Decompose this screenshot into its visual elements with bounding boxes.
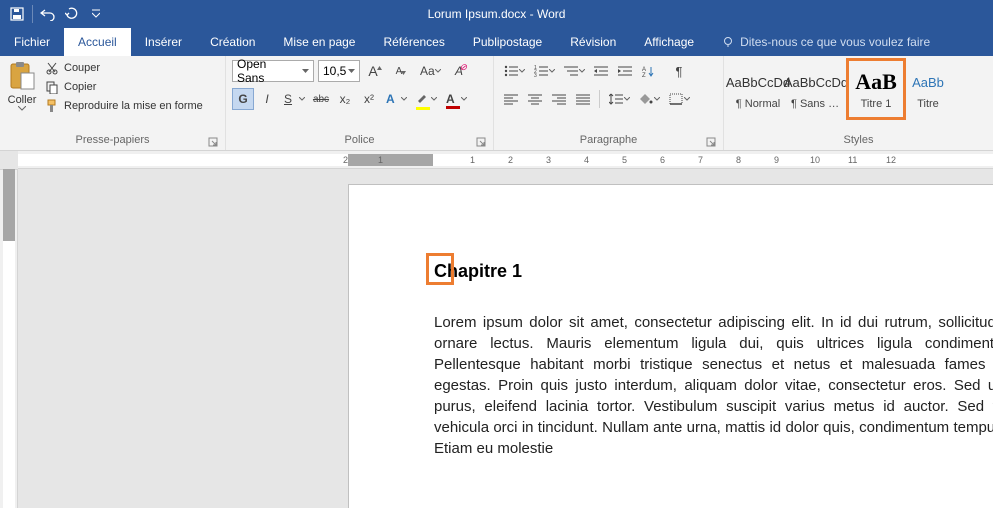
- sort-button[interactable]: AZ: [638, 60, 666, 82]
- align-center-button[interactable]: [524, 88, 546, 110]
- ribbon-tabs: Fichier Accueil Insérer Création Mise en…: [0, 28, 993, 56]
- tab-references[interactable]: Références: [369, 28, 458, 56]
- vertical-ruler: [0, 151, 18, 508]
- quick-access-toolbar: [0, 3, 107, 25]
- font-color-button[interactable]: A: [442, 88, 470, 110]
- align-right-button[interactable]: [548, 88, 570, 110]
- document-area[interactable]: Chapitre 1 Lorem ipsum dolor sit amet, c…: [18, 169, 993, 508]
- horizontal-ruler: 1 2 1 2 3 4 5 6 7 8 9 10 11 12: [18, 151, 993, 169]
- paste-icon[interactable]: [6, 60, 38, 92]
- bulb-icon: [722, 36, 734, 48]
- borders-button[interactable]: [665, 88, 693, 110]
- justify-button[interactable]: [572, 88, 594, 110]
- svg-text:Z: Z: [642, 73, 646, 77]
- tab-home[interactable]: Accueil: [64, 28, 131, 56]
- shrink-font-button[interactable]: A: [390, 60, 412, 82]
- paste-label[interactable]: Coller: [8, 94, 37, 106]
- change-case-button[interactable]: Aa: [416, 60, 444, 82]
- group-paragraph: 123 AZ ¶ Paragraphe: [494, 56, 724, 150]
- tell-me-input[interactable]: Dites-nous ce que vous voulez faire: [708, 28, 930, 56]
- group-clipboard: Coller Couper Copier Reproduire la mise …: [0, 56, 226, 150]
- italic-button[interactable]: I: [256, 88, 278, 110]
- cut-label: Couper: [64, 62, 100, 74]
- format-painter-button[interactable]: Reproduire la mise en forme: [44, 98, 203, 114]
- document-body[interactable]: Lorem ipsum dolor sit amet, consectetur …: [434, 312, 993, 459]
- grow-font-button[interactable]: A: [364, 60, 386, 82]
- group-styles: AaBbCcDd ¶ Normal AaBbCcDd ¶ Sans int...…: [724, 56, 993, 150]
- format-painter-label: Reproduire la mise en forme: [64, 100, 203, 112]
- font-launcher-icon[interactable]: [474, 135, 487, 148]
- strikethrough-button[interactable]: abc: [310, 88, 332, 110]
- style-title[interactable]: AaBb Titre: [908, 60, 948, 118]
- numbering-button[interactable]: 123: [530, 60, 558, 82]
- document-heading[interactable]: Chapitre 1: [434, 261, 522, 282]
- bold-button[interactable]: G: [232, 88, 254, 110]
- copy-button[interactable]: Copier: [44, 79, 203, 95]
- decrease-indent-button[interactable]: [590, 60, 612, 82]
- increase-indent-button[interactable]: [614, 60, 636, 82]
- group-clipboard-title: Presse-papiers: [76, 134, 150, 146]
- page[interactable]: Chapitre 1 Lorem ipsum dolor sit amet, c…: [348, 184, 993, 508]
- tab-file[interactable]: Fichier: [0, 28, 64, 56]
- qat-customize-icon[interactable]: [85, 3, 107, 25]
- line-spacing-button[interactable]: [605, 88, 633, 110]
- align-left-button[interactable]: [500, 88, 522, 110]
- titlebar: Lorum Ipsum.docx - Word: [0, 0, 993, 28]
- style-normal[interactable]: AaBbCcDd ¶ Normal: [730, 60, 786, 118]
- cursor-highlight: [426, 253, 454, 285]
- subscript-button[interactable]: x₂: [334, 88, 356, 110]
- group-styles-title: Styles: [844, 134, 874, 146]
- paintbrush-icon: [44, 98, 60, 114]
- undo-icon[interactable]: [37, 3, 59, 25]
- text-effects-button[interactable]: A: [382, 88, 410, 110]
- group-font-title: Police: [345, 134, 375, 146]
- show-marks-button[interactable]: ¶: [668, 60, 690, 82]
- font-name-select[interactable]: Open Sans: [232, 60, 314, 82]
- copy-label: Copier: [64, 81, 96, 93]
- tab-view[interactable]: Affichage: [630, 28, 708, 56]
- underline-button[interactable]: S: [280, 88, 308, 110]
- ribbon: Coller Couper Copier Reproduire la mise …: [0, 56, 993, 151]
- style-heading1[interactable]: AaB Titre 1: [846, 58, 906, 120]
- multilevel-list-button[interactable]: [560, 60, 588, 82]
- paste-dropdown-icon[interactable]: [18, 106, 26, 111]
- font-size-value: 10,5: [323, 64, 346, 78]
- cut-button[interactable]: Couper: [44, 60, 203, 76]
- tab-insert[interactable]: Insérer: [131, 28, 196, 56]
- paragraph-launcher-icon[interactable]: [704, 135, 717, 148]
- font-name-value: Open Sans: [237, 57, 295, 85]
- group-font: Open Sans 10,5 A A Aa A⊘ G I S abc x₂ x²: [226, 56, 494, 150]
- tab-design[interactable]: Création: [196, 28, 269, 56]
- style-no-spacing[interactable]: AaBbCcDd ¶ Sans int...: [788, 60, 844, 118]
- save-icon[interactable]: [6, 3, 28, 25]
- tab-mailings[interactable]: Publipostage: [459, 28, 556, 56]
- group-paragraph-title: Paragraphe: [580, 134, 638, 146]
- tab-review[interactable]: Révision: [556, 28, 630, 56]
- bullets-button[interactable]: [500, 60, 528, 82]
- clipboard-launcher-icon[interactable]: [206, 135, 219, 148]
- superscript-button[interactable]: x²: [358, 88, 380, 110]
- shading-button[interactable]: [635, 88, 663, 110]
- font-size-select[interactable]: 10,5: [318, 60, 360, 82]
- tell-me-label: Dites-nous ce que vous voulez faire: [740, 35, 930, 49]
- redo-icon[interactable]: [61, 3, 83, 25]
- highlight-button[interactable]: [412, 88, 440, 110]
- scissors-icon: [44, 60, 60, 76]
- clear-formatting-button[interactable]: A⊘: [448, 60, 470, 82]
- window-title: Lorum Ipsum.docx - Word: [428, 7, 566, 21]
- tab-layout[interactable]: Mise en page: [269, 28, 369, 56]
- svg-text:3: 3: [534, 73, 537, 77]
- copy-icon: [44, 79, 60, 95]
